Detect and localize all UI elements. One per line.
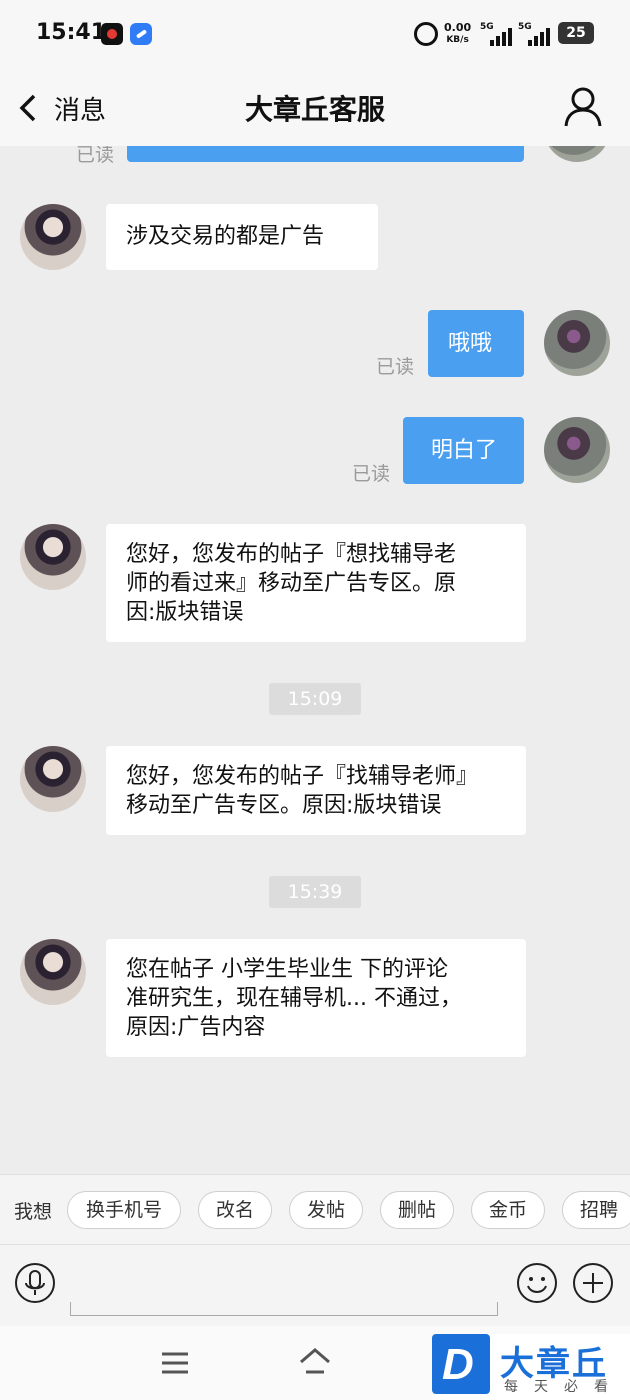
message-text-input[interactable] <box>70 1302 498 1316</box>
message-bubble-received[interactable]: 您在帖子 小学生毕业生 下的评论 准研究生，现在辅导机... 不通过， 原因:广… <box>106 939 526 1057</box>
message-text-line: 因:版块错误 <box>126 600 244 625</box>
signal-icon-2: 5G <box>518 22 554 46</box>
network-speed: 0.00 KB/s <box>444 22 471 46</box>
quick-reply-label: 我想 <box>14 1201 53 1223</box>
alarm-icon <box>414 22 438 46</box>
message-bubble-received[interactable]: 您好，您发布的帖子『找辅导老师』 移动至广告专区。原因:版块错误 <box>106 746 526 835</box>
agent-avatar[interactable] <box>20 204 86 270</box>
quick-reply-chip-change-phone[interactable]: 换手机号 <box>67 1191 181 1229</box>
page-title: 大章丘客服 <box>244 93 385 126</box>
read-status: 已读 <box>352 463 391 485</box>
message-text-line: 您在帖子 小学生毕业生 下的评论 <box>126 957 448 982</box>
status-bar: 15:41 0.00 KB/s 5G 5G 25 <box>0 0 630 70</box>
quick-reply-bar: 我想 换手机号 改名 发帖 删帖 金币 招聘 <box>0 1174 630 1244</box>
quick-reply-chip-delete-post[interactable]: 删帖 <box>380 1191 454 1229</box>
watermark-slogan: 每天必看 <box>504 1379 624 1395</box>
app-notification-icon <box>130 23 152 45</box>
menu-icon[interactable] <box>160 1350 190 1376</box>
watermark-d-icon: D <box>432 1334 490 1394</box>
message-bubble-sent[interactable]: 哦哦 <box>428 310 524 377</box>
timestamp: 15:09 <box>269 683 361 715</box>
read-status: 已读 <box>76 146 115 166</box>
emoji-icon[interactable] <box>516 1262 558 1304</box>
quick-reply-chip-rename[interactable]: 改名 <box>198 1191 272 1229</box>
more-options-plus-icon[interactable] <box>572 1262 614 1304</box>
message-text-line: 您好，您发布的帖子『找辅导老师』 <box>126 764 479 789</box>
status-time: 15:41 <box>36 20 107 45</box>
watermark-letter: D <box>442 1340 474 1389</box>
chat-messages: 已读 涉及交易的都是广告 已读 哦哦 已读 明白了 您好，您发布的帖子『想找辅导… <box>0 146 630 1174</box>
read-status: 已读 <box>376 356 415 378</box>
message-text: 涉及交易的都是广告 <box>126 224 325 249</box>
battery-icon: 25 <box>558 22 594 44</box>
quick-reply-chip-recruit[interactable]: 招聘 <box>562 1191 630 1229</box>
message-bubble-sent[interactable]: 明白了 <box>403 417 524 484</box>
signal-label-2: 5G <box>518 22 532 32</box>
message-text-line: 原因:广告内容 <box>126 1015 266 1040</box>
quick-reply-chip-coins[interactable]: 金币 <box>471 1191 545 1229</box>
message-bubble-sent[interactable] <box>127 146 524 162</box>
message-text: 哦哦 <box>448 331 493 356</box>
message-text-line: 您好，您发布的帖子『想找辅导老 <box>126 542 457 567</box>
network-speed-value: 0.00 <box>444 21 472 34</box>
quick-reply-chip-post[interactable]: 发帖 <box>289 1191 363 1229</box>
agent-avatar[interactable] <box>20 939 86 1005</box>
message-bubble-received[interactable]: 您好，您发布的帖子『想找辅导老 师的看过来』移动至广告专区。原 因:版块错误 <box>106 524 526 642</box>
timestamp: 15:39 <box>269 876 361 908</box>
signal-icon-1: 5G <box>480 22 516 46</box>
user-profile-icon[interactable] <box>563 86 603 128</box>
message-bubble-received[interactable]: 涉及交易的都是广告 <box>106 204 378 270</box>
screen-record-icon <box>101 23 123 45</box>
home-icon[interactable] <box>298 1346 332 1378</box>
agent-avatar[interactable] <box>20 746 86 812</box>
my-avatar[interactable] <box>544 310 610 376</box>
my-avatar[interactable] <box>544 417 610 483</box>
message-text-line: 准研究生，现在辅导机... 不通过， <box>126 986 462 1011</box>
network-speed-unit: KB/s <box>446 35 469 45</box>
signal-label-1: 5G <box>480 22 494 32</box>
agent-avatar[interactable] <box>20 524 86 590</box>
message-text: 明白了 <box>431 438 498 463</box>
message-text-line: 移动至广告专区。原因:版块错误 <box>126 793 442 818</box>
voice-input-icon[interactable] <box>14 1262 56 1304</box>
message-text-line: 师的看过来』移动至广告专区。原 <box>126 571 457 596</box>
watermark-logo: D 大章丘 每天必看 <box>432 1334 630 1400</box>
my-avatar[interactable] <box>544 146 610 162</box>
